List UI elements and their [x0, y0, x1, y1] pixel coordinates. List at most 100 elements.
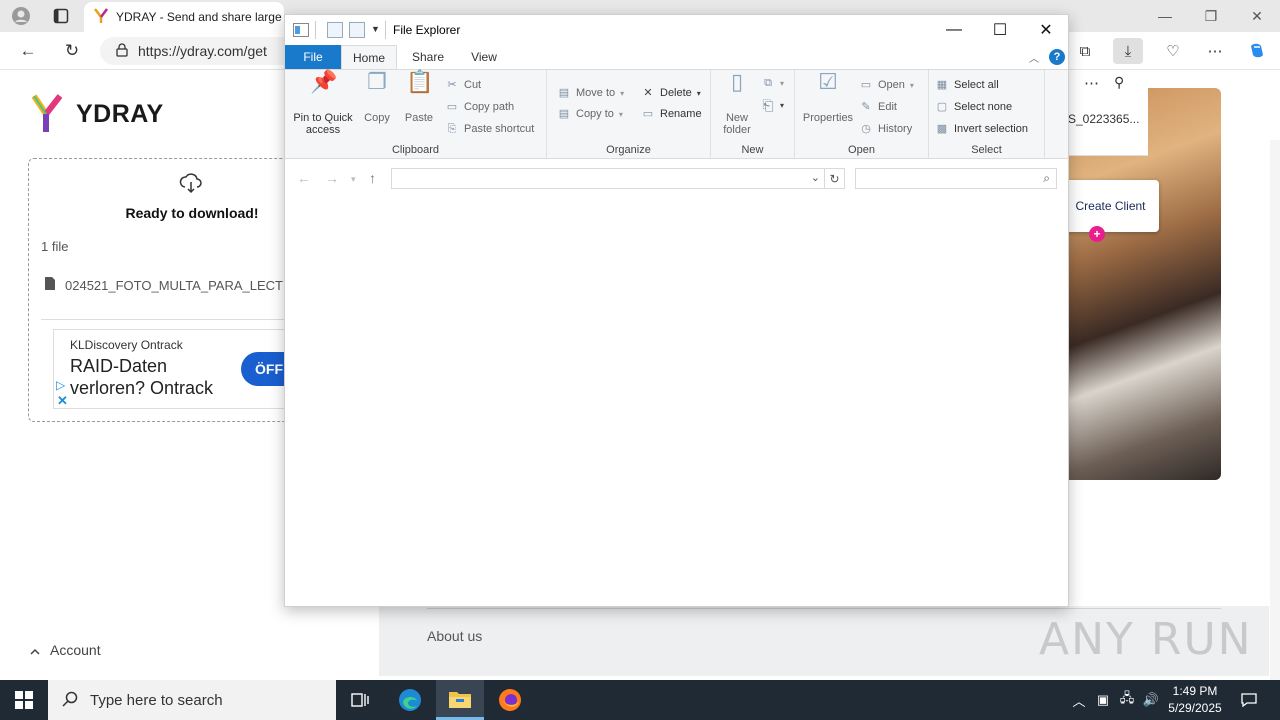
copy-to-button[interactable]: ▤ Copy to ▾ [557, 107, 623, 121]
tab-home[interactable]: Home [341, 45, 397, 69]
file-count: 1 file [41, 239, 69, 254]
pin-label-1: Pin to Quick [293, 112, 353, 124]
settings-more-icon[interactable]: ⋯ [1200, 38, 1230, 64]
ydray-logo[interactable]: YDRAY [31, 94, 164, 134]
taskbar-search-box[interactable]: Type here to search [48, 680, 336, 720]
network-icon[interactable]: 🖧 [1116, 680, 1138, 720]
ad-choices-icon[interactable]: ▷ [56, 378, 65, 392]
address-dropdown-icon[interactable]: ⌄ [811, 171, 820, 184]
easy-access-button[interactable]: ⎗ ▾ [761, 98, 784, 112]
tab-actions-icon[interactable] [50, 6, 72, 26]
qat-customize-icon[interactable]: ▼ [371, 24, 380, 34]
browser-restore-icon[interactable]: ❐ [1196, 4, 1226, 28]
back-icon[interactable]: ← [297, 170, 311, 186]
explorer-maximize-icon[interactable]: ☐ [977, 15, 1023, 45]
move-to-dropdown-icon: ▾ [620, 88, 625, 98]
windows-start-icon[interactable] [0, 680, 48, 720]
downloads-icon[interactable]: ⤓ [1113, 38, 1143, 64]
select-label: Select [971, 144, 1002, 156]
about-us-link[interactable]: About us [427, 628, 482, 644]
browser-tab-ydray[interactable]: YDRAY - Send and share large a [84, 2, 284, 32]
move-to-button[interactable]: ▤ Move to ▾ [557, 86, 624, 100]
more-options-icon[interactable]: ⋯ [1084, 74, 1099, 92]
refresh-icon[interactable]: ↻ [825, 168, 845, 189]
explorer-close-icon[interactable]: ✕ [1023, 15, 1069, 45]
tab-share[interactable]: Share [403, 45, 453, 69]
browser-close-icon[interactable]: ✕ [1242, 4, 1272, 28]
ydray-favicon-icon [94, 7, 108, 27]
taskbar-clock[interactable]: 1:49 PM 5/29/2025 [1162, 683, 1228, 717]
paste-button[interactable]: 📋 Paste [401, 71, 437, 125]
copilot-icon[interactable] [1242, 38, 1272, 64]
select-all-button[interactable]: ▦ Select all [935, 78, 999, 92]
volume-icon[interactable]: 🔊 [1140, 680, 1162, 720]
explorer-content-area[interactable] [285, 196, 1068, 606]
browser-essentials-icon[interactable]: ♡ [1158, 38, 1188, 64]
qat-properties-icon[interactable] [327, 22, 343, 38]
pin-to-quick-access-button[interactable]: 📌 Pin to Quick access [291, 71, 355, 137]
copy-path-button[interactable]: ▭ Copy path [445, 100, 514, 114]
ad-close-icon[interactable]: ✕ [57, 393, 68, 408]
open-button[interactable]: ▭ Open ▾ [859, 78, 914, 92]
reload-icon[interactable]: ↻ [58, 38, 86, 64]
anyrun-watermark: ANY RUN [1039, 614, 1253, 665]
account-toggle[interactable]: Account [30, 642, 101, 658]
paste-shortcut-label: Paste shortcut [464, 123, 535, 135]
properties-button[interactable]: ☑ Properties [799, 71, 857, 125]
rename-button[interactable]: ▭ Rename [641, 107, 702, 121]
collections-icon[interactable]: ⧉ [1070, 38, 1100, 64]
edit-button[interactable]: ✎ Edit [859, 100, 897, 114]
tray-overflow-icon[interactable]: ︿ [1068, 680, 1090, 720]
up-icon[interactable]: ↑ [369, 170, 376, 186]
history-label: History [878, 123, 913, 135]
explorer-address-bar[interactable]: ⌄ [391, 168, 825, 189]
plus-icon[interactable]: + [1089, 226, 1105, 242]
file-item[interactable]: 024521_FOTO_MULTA_PARA_LECT [45, 277, 283, 293]
ydray-logo-icon [31, 94, 63, 134]
download-card: Ready to download! 1 file 024521_FOTO_MU… [28, 158, 299, 422]
windows-taskbar: Type here to search ︿ ▣ 🖧 🔊 1:49 PM 5/29… [0, 680, 1280, 720]
task-view-icon[interactable] [336, 680, 384, 720]
paste-shortcut-icon: ⎘ [447, 123, 457, 135]
profile-icon[interactable] [10, 6, 32, 26]
history-button[interactable]: ◷ History [859, 122, 912, 136]
tab-view[interactable]: View [461, 45, 507, 69]
new-folder-button[interactable]: ▯ New folder [715, 71, 759, 137]
rename-icon: ▭ [642, 108, 654, 120]
file-explorer-taskbar-icon[interactable] [436, 680, 484, 720]
create-client-card[interactable]: Create Client [1062, 180, 1159, 232]
ribbon-collapse-icon[interactable]: ︿ [1029, 50, 1039, 65]
new-label: New [741, 144, 764, 156]
move-to-icon: ▤ [558, 87, 570, 99]
open-label-group: Open [848, 144, 875, 156]
ad-headline-line2: verloren? Ontrack [70, 378, 214, 398]
forward-icon[interactable]: → [325, 170, 339, 186]
select-all-label: Select all [954, 79, 999, 91]
firefox-icon[interactable] [486, 680, 534, 720]
ad-banner[interactable]: KLDiscovery Ontrack RAID-Daten verloren?… [53, 329, 299, 409]
qat-new-folder-icon[interactable] [349, 22, 365, 38]
notifications-icon[interactable] [1234, 680, 1264, 720]
tab-file[interactable]: File [285, 45, 341, 69]
invert-selection-button[interactable]: ▩ Invert selection [935, 122, 1028, 136]
delete-button[interactable]: ✕ Delete ▾ [641, 86, 700, 100]
explorer-minimize-icon[interactable]: — [931, 15, 977, 45]
back-arrow-icon[interactable]: ← [14, 38, 42, 64]
recent-locations-icon[interactable]: ▾ [351, 174, 356, 185]
download-file-name[interactable]: S_0223365... [1068, 112, 1139, 126]
device-icon[interactable]: ▣ [1092, 680, 1114, 720]
pin-icon[interactable]: ⚲ [1114, 74, 1124, 91]
edge-icon[interactable] [386, 680, 434, 720]
new-item-button[interactable]: ⧉ ▾ [761, 76, 784, 90]
cut-button[interactable]: ✂ Cut [445, 78, 481, 92]
open-dropdown-icon: ▾ [909, 80, 914, 90]
select-none-button[interactable]: ▢ Select none [935, 100, 1012, 114]
page-scrollbar[interactable] [1270, 140, 1280, 720]
paste-shortcut-button[interactable]: ⎘ Paste shortcut [445, 122, 535, 136]
copy-button[interactable]: ❐ Copy [359, 71, 395, 125]
browser-minimize-icon[interactable]: — [1150, 4, 1180, 28]
help-icon[interactable]: ? [1049, 49, 1065, 65]
ad-brand: KLDiscovery Ontrack [70, 338, 183, 352]
explorer-search-box[interactable]: ⌕ [855, 168, 1057, 189]
new-folder-label-2: folder [723, 124, 751, 136]
